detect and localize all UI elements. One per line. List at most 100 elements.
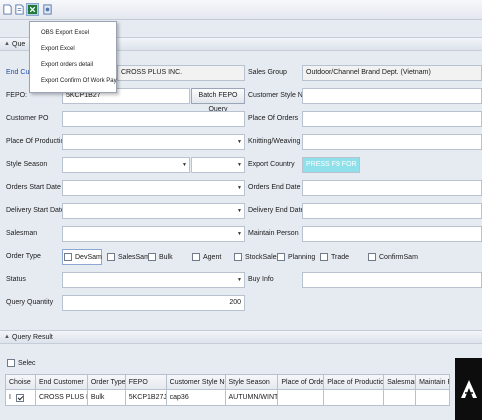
column-header[interactable]: Salesman — [384, 374, 417, 390]
buy-info-label: Buy Info — [248, 276, 274, 283]
column-header[interactable]: Place of Order — [278, 374, 325, 390]
end-customer-label: End Cu — [6, 69, 30, 76]
place-of-orders-label: Place Of Orders — [248, 115, 299, 122]
logo-icon — [460, 380, 477, 398]
select-all-checkbox[interactable] — [7, 359, 15, 367]
order-type-agent[interactable]: Agent — [192, 249, 221, 265]
result-grid: Choise End Customer Order Type FEPO Cust… — [5, 374, 450, 406]
column-header[interactable]: FEPO — [125, 374, 167, 390]
chevron-down-icon[interactable]: ▼ — [237, 135, 242, 149]
collapse-icon[interactable]: ▲ — [4, 41, 12, 47]
maintain-person-input[interactable] — [302, 226, 482, 242]
place-of-production-label: Place Of Production — [6, 138, 69, 145]
checkbox[interactable] — [320, 253, 328, 261]
chevron-down-icon[interactable]: ▼ — [237, 181, 242, 195]
row-checkbox[interactable] — [15, 393, 24, 402]
grid-header-row: Choise End Customer Order Type FEPO Cust… — [6, 374, 450, 390]
orders-end-date-picker[interactable] — [302, 180, 482, 196]
checkbox[interactable] — [148, 253, 156, 261]
checkbox[interactable] — [234, 253, 242, 261]
menu-item-export-excel[interactable]: Export Excel — [30, 41, 116, 57]
place-of-production-select[interactable]: ▼ — [62, 134, 245, 150]
customer-po-input[interactable] — [62, 111, 245, 127]
salesman-label: Salesman — [6, 230, 38, 237]
menu-item-export-confirm-work-pay[interactable]: Export Confirm Of Work Pay — [30, 73, 117, 89]
delivery-start-date-label: Delivery Start Date — [6, 207, 65, 214]
table-cell[interactable] — [384, 390, 417, 406]
sales-group-field[interactable]: Outdoor/Channel Brand Dept. (Vietnam) — [302, 65, 482, 81]
collapse-icon[interactable]: ▲ — [4, 334, 12, 340]
checkbox[interactable] — [368, 253, 376, 261]
salesman-select[interactable]: ▼ — [62, 226, 245, 242]
table-cell[interactable] — [278, 390, 325, 406]
export-country-input[interactable]: PRESS F9 FOR SEAR — [302, 157, 360, 173]
knitting-weaving-label: Knitting/Weaving — [248, 138, 301, 145]
column-header[interactable]: Choise — [6, 374, 36, 390]
table-cell[interactable]: Bulk — [87, 390, 126, 406]
checkbox[interactable] — [107, 253, 115, 261]
table-cell[interactable] — [324, 390, 385, 406]
query-result-title: Query Result — [12, 333, 53, 341]
column-header[interactable]: Place of Production — [324, 374, 385, 390]
table-cell[interactable]: cap36 — [166, 390, 226, 406]
order-type-stocksales[interactable]: StockSales — [234, 249, 280, 265]
column-header[interactable]: Customer Style NO — [166, 374, 226, 390]
order-type-trade[interactable]: Trade — [320, 249, 349, 265]
order-type-planning[interactable]: Planning — [277, 249, 315, 265]
order-type-bulk[interactable]: Bulk — [148, 249, 173, 265]
checkbox[interactable] — [64, 253, 72, 261]
order-type-devsam[interactable]: DevSam — [64, 249, 102, 265]
order-type-confirmsam[interactable]: ConfirmSam — [368, 249, 418, 265]
column-header[interactable]: Maintain Pe — [416, 374, 450, 390]
end-customer-field[interactable]: CROSS PLUS INC. — [117, 65, 245, 81]
chevron-down-icon[interactable]: ▼ — [237, 158, 242, 172]
orders-start-date-label: Orders Start Date — [6, 184, 61, 191]
chevron-down-icon[interactable]: ▼ — [237, 204, 242, 218]
query-quantity-input[interactable]: 200 — [62, 295, 245, 311]
customer-style-no-label: Customer Style NO — [248, 92, 309, 99]
style-season-select[interactable]: ▼ — [62, 157, 190, 173]
checkbox[interactable] — [277, 253, 285, 261]
customer-po-label: Customer PO — [6, 115, 49, 122]
status-select[interactable]: ▼ — [62, 272, 245, 288]
row-choise-cell[interactable]: I — [6, 390, 36, 406]
orders-end-date-label: Orders End Date — [248, 184, 301, 191]
style-season-secondary-select[interactable]: ▼ — [191, 157, 245, 173]
delivery-end-date-label: Delivery End Date — [248, 207, 305, 214]
column-header[interactable]: Order Type — [87, 374, 126, 390]
excel-export-icon[interactable] — [26, 3, 39, 16]
settings-icon[interactable] — [41, 3, 54, 16]
chevron-down-icon[interactable]: ▼ — [237, 227, 242, 241]
toolbar — [0, 0, 482, 20]
delivery-end-date-picker[interactable] — [302, 203, 482, 219]
table-cell[interactable]: 5KCP1B27J01 — [125, 390, 167, 406]
orders-start-date-picker[interactable]: ▼ — [62, 180, 245, 196]
menu-item-export-orders-detail[interactable]: Export orders detail — [30, 57, 116, 73]
table-cell[interactable]: AUTUMN/WINTER — [225, 390, 279, 406]
select-all-label: Selec — [18, 359, 36, 367]
column-header[interactable]: End Customer — [35, 374, 88, 390]
customer-style-no-input[interactable] — [302, 88, 482, 104]
order-type-salessam[interactable]: SalesSam — [107, 249, 150, 265]
table-cell[interactable] — [416, 390, 450, 406]
export-menu: OBS Export Excel Export Excel Export ord… — [29, 21, 117, 93]
checkbox[interactable] — [192, 253, 200, 261]
chevron-down-icon[interactable]: ▼ — [182, 158, 187, 172]
delivery-start-date-picker[interactable]: ▼ — [62, 203, 245, 219]
maintain-person-label: Maintain Person — [248, 230, 299, 237]
buy-info-input[interactable] — [302, 272, 482, 288]
fepo-label: FEPO: — [6, 92, 28, 99]
chevron-down-icon[interactable]: ▼ — [237, 273, 242, 287]
document-icon[interactable] — [13, 3, 26, 16]
table-row[interactable]: I CROSS PLUS INC. Bulk 5KCP1B27J01 cap36… — [6, 390, 450, 406]
menu-item-obs-export-excel[interactable]: OBS Export Excel — [30, 25, 116, 41]
query-result-header[interactable]: ▲ Query Result — [0, 330, 482, 344]
batch-fepo-query-button[interactable]: Batch FEPO Query — [191, 88, 245, 113]
row-indicator: I — [9, 394, 11, 401]
place-of-orders-input[interactable] — [302, 111, 482, 127]
select-all[interactable]: Selec — [7, 357, 36, 369]
table-cell[interactable]: CROSS PLUS INC. — [35, 390, 88, 406]
column-header[interactable]: Style Season — [225, 374, 279, 390]
style-season-label: Style Season — [6, 161, 48, 168]
knitting-weaving-input[interactable] — [302, 134, 482, 150]
